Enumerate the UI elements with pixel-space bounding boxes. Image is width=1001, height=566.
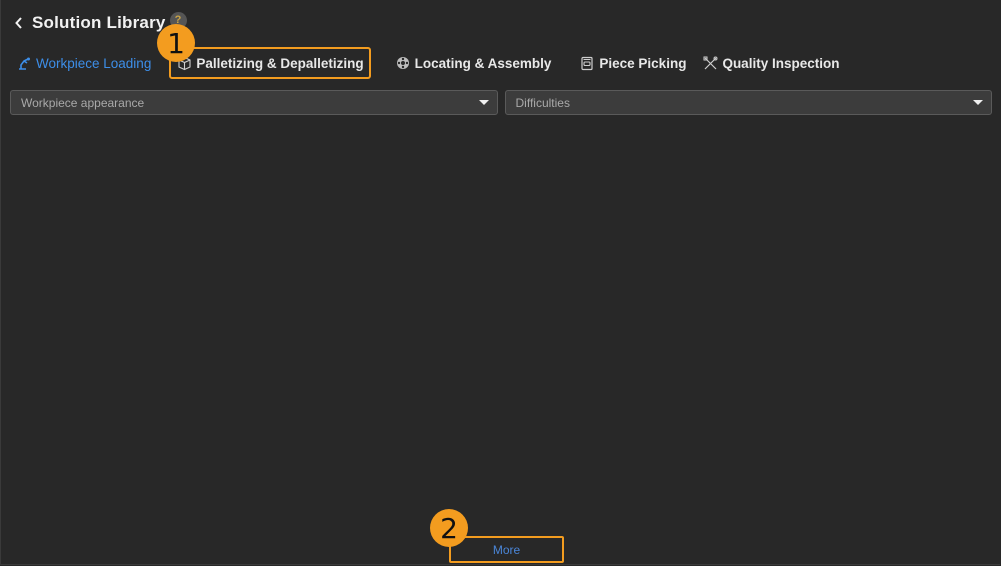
back-chevron-icon[interactable] [12, 13, 26, 33]
tab-label: Palletizing & Depalletizing [196, 55, 364, 71]
workpiece-appearance-dropdown[interactable]: Workpiece appearance [10, 90, 498, 115]
tab-label: Workpiece Loading [36, 55, 152, 71]
tab-label: Locating & Assembly [414, 55, 552, 71]
tab-palletizing-depalletizing[interactable]: Palletizing & Depalletizing [169, 47, 371, 79]
tab-label: Piece Picking [599, 55, 687, 71]
caret-down-icon [973, 100, 983, 105]
tab-workpiece-loading[interactable]: Workpiece Loading [10, 50, 157, 76]
tab-locating-assembly[interactable]: Locating & Assembly [389, 50, 558, 76]
dropdown-placeholder: Difficulties [515, 95, 570, 110]
dropdown-placeholder: Workpiece appearance [21, 95, 145, 110]
difficulties-dropdown[interactable]: Difficulties [504, 90, 992, 115]
tab-piece-picking[interactable]: Piece Picking [573, 50, 692, 76]
app-frame [0, 0, 1000, 565]
page-title: Solution Library [32, 13, 166, 32]
more-button[interactable]: More [449, 536, 564, 563]
category-tabs: Workpiece Loading Palletizing & Depallet… [10, 47, 845, 79]
tab-label: Quality Inspection [722, 55, 840, 71]
tab-quality-inspection[interactable]: Quality Inspection [696, 50, 845, 76]
tools-icon [702, 55, 718, 71]
annotation-badge-1: 1 [157, 24, 195, 62]
caret-down-icon [478, 100, 489, 105]
robot-arm-icon [16, 55, 32, 71]
filter-bar: Workpiece appearance Difficulties [10, 90, 992, 115]
gear-wheel-icon [395, 55, 411, 71]
annotation-badge-2: 2 [430, 509, 468, 547]
package-icon [579, 55, 595, 71]
